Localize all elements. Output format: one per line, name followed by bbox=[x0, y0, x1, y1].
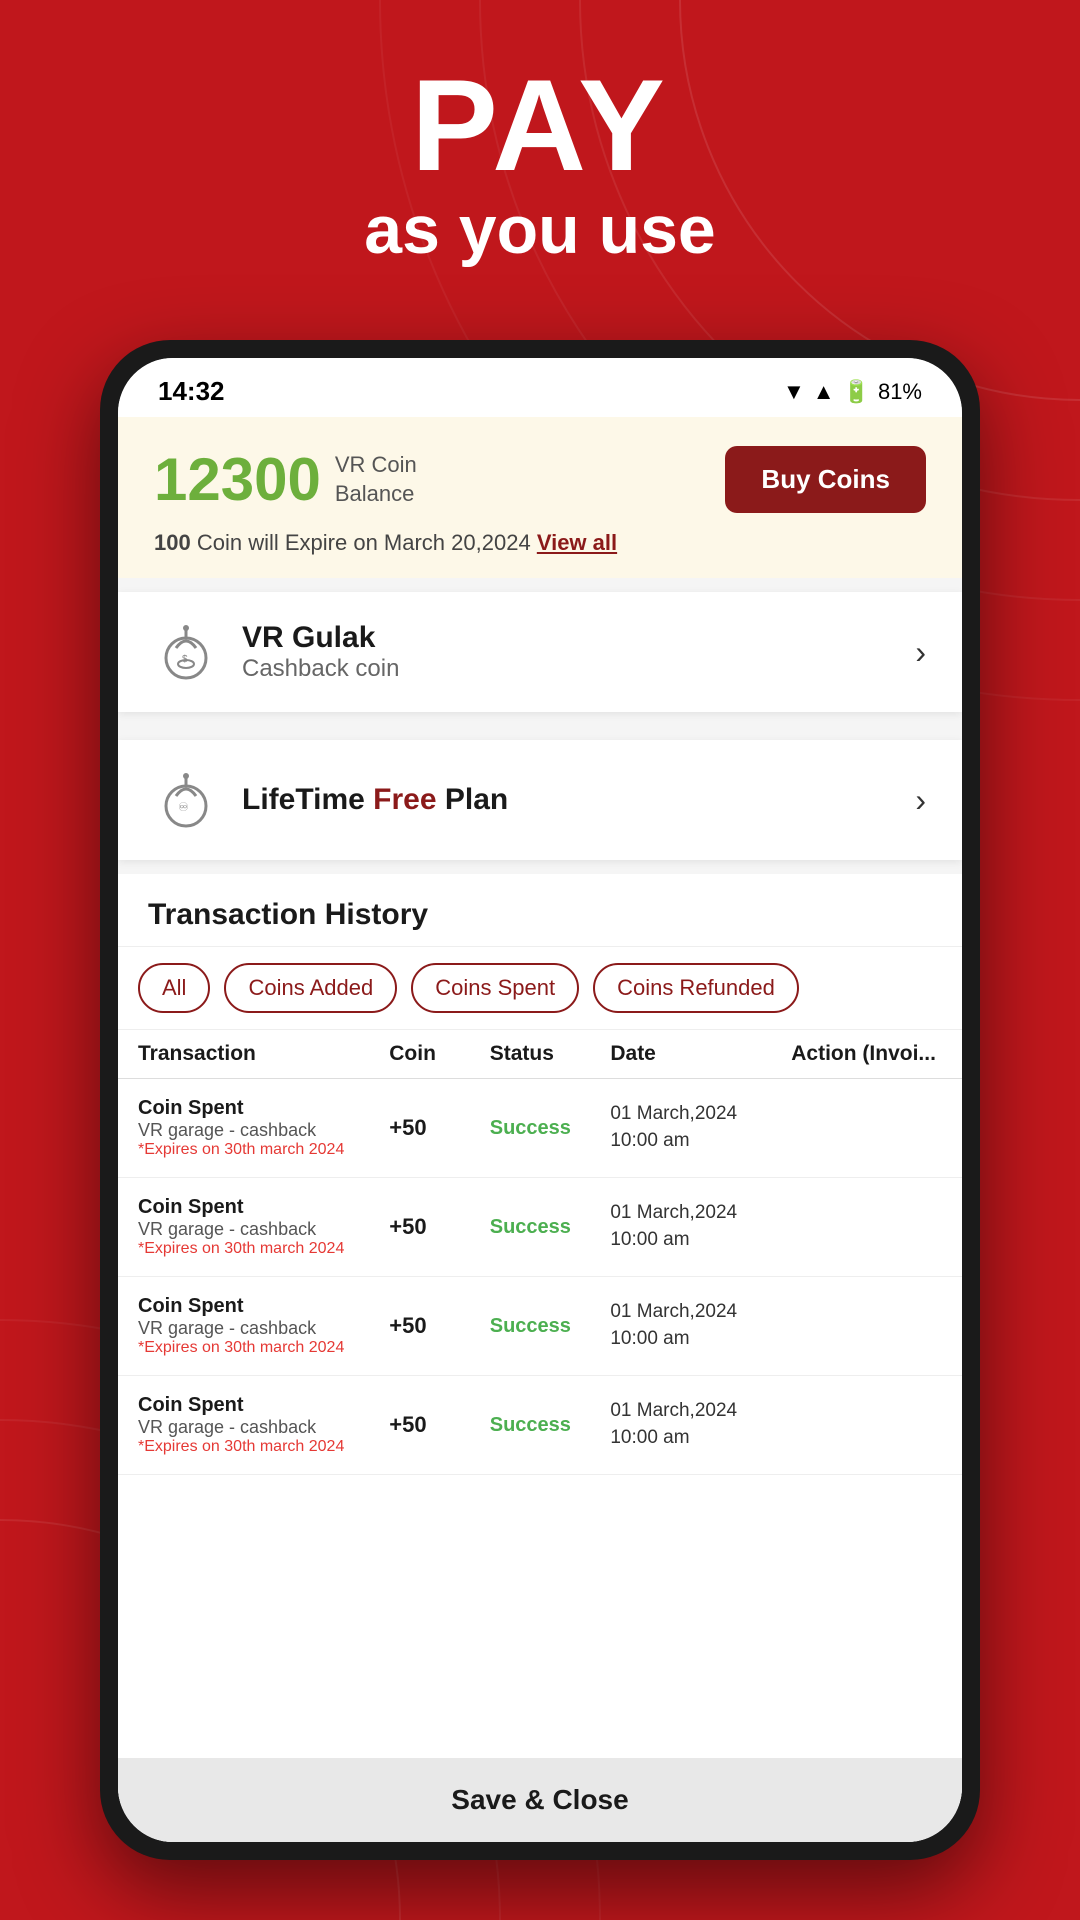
coin-cell-2: +50 bbox=[389, 1313, 490, 1339]
col-coin: Coin bbox=[389, 1042, 490, 1066]
svg-text:♾: ♾ bbox=[178, 800, 189, 814]
coin-balance-card: 12300 VR Coin Balance Buy Coins 100 Coin… bbox=[118, 417, 962, 578]
table-header: Transaction Coin Status Date Action (Inv… bbox=[118, 1030, 962, 1079]
gulak-subtitle: Cashback coin bbox=[242, 655, 399, 683]
col-action: Action (Invoi... bbox=[791, 1042, 942, 1066]
save-close-button[interactable]: Save & Close bbox=[118, 1758, 962, 1842]
gulak-content: VR Gulak Cashback coin bbox=[242, 621, 399, 683]
table-row: Coin Spent VR garage - cashback *Expires… bbox=[118, 1277, 962, 1376]
date-cell-1: 01 March,202410:00 am bbox=[610, 1200, 791, 1253]
table-row: Coin Spent VR garage - cashback *Expires… bbox=[118, 1178, 962, 1277]
coin-cell-3: +50 bbox=[389, 1412, 490, 1438]
table-row: Coin Spent VR garage - cashback *Expires… bbox=[118, 1079, 962, 1178]
transaction-section: Transaction History All Coins Added Coin… bbox=[118, 874, 962, 1842]
lifetime-plan-card[interactable]: ♾ LifeTime Free Plan › bbox=[118, 740, 962, 860]
transaction-cell-1: Coin Spent VR garage - cashback *Expires… bbox=[138, 1196, 389, 1258]
status-time: 14:32 bbox=[158, 376, 225, 407]
expiry-text: Coin will Expire on March 20,2024 bbox=[197, 530, 531, 555]
filter-tabs: All Coins Added Coins Spent Coins Refund… bbox=[118, 947, 962, 1030]
col-status: Status bbox=[490, 1042, 611, 1066]
status-cell-3: Success bbox=[490, 1414, 611, 1437]
gulak-left: $ VR Gulak Cashback coin bbox=[154, 620, 399, 684]
expiry-amount: 100 bbox=[154, 530, 191, 555]
table-row: Coin Spent VR garage - cashback *Expires… bbox=[118, 1376, 962, 1475]
signal-icon: ▲ bbox=[813, 379, 835, 405]
transaction-cell-2: Coin Spent VR garage - cashback *Expires… bbox=[138, 1295, 389, 1357]
gulak-icon: $ bbox=[154, 620, 218, 684]
coin-cell-0: +50 bbox=[389, 1115, 490, 1141]
view-all-link[interactable]: View all bbox=[537, 530, 617, 555]
coin-cell-1: +50 bbox=[389, 1214, 490, 1240]
pay-subtitle: as you use bbox=[0, 190, 1080, 272]
transaction-title: Transaction History bbox=[118, 874, 962, 947]
gulak-arrow-icon: › bbox=[915, 634, 926, 671]
lifetime-left: ♾ LifeTime Free Plan bbox=[154, 768, 508, 832]
col-date: Date bbox=[610, 1042, 791, 1066]
lifetime-content: LifeTime Free Plan bbox=[242, 783, 508, 817]
expiry-info: 100 Coin will Expire on March 20,2024 Vi… bbox=[154, 530, 926, 556]
buy-coins-button[interactable]: Buy Coins bbox=[725, 446, 926, 513]
phone-mockup: 14:32 ▼ ▲ 🔋 81% 12300 VR Coin Balance Bu… bbox=[100, 340, 980, 1860]
status-cell-0: Success bbox=[490, 1117, 611, 1140]
status-bar: 14:32 ▼ ▲ 🔋 81% bbox=[118, 358, 962, 417]
coin-balance-row: 12300 VR Coin Balance Buy Coins bbox=[154, 445, 926, 514]
wifi-icon: ▼ bbox=[783, 379, 805, 405]
phone-screen: 14:32 ▼ ▲ 🔋 81% 12300 VR Coin Balance Bu… bbox=[118, 358, 962, 1842]
svg-text:$: $ bbox=[182, 654, 188, 665]
status-cell-1: Success bbox=[490, 1216, 611, 1239]
lifetime-title: LifeTime Free Plan bbox=[242, 783, 508, 817]
coin-amount: 12300 bbox=[154, 445, 321, 514]
date-cell-3: 01 March,202410:00 am bbox=[610, 1398, 791, 1451]
date-cell-0: 01 March,202410:00 am bbox=[610, 1101, 791, 1154]
date-cell-2: 01 March,202410:00 am bbox=[610, 1299, 791, 1352]
gulak-title: VR Gulak bbox=[242, 621, 399, 655]
battery-icon: 🔋 bbox=[843, 379, 870, 405]
filter-tab-all[interactable]: All bbox=[138, 963, 210, 1013]
lifetime-icon: ♾ bbox=[154, 768, 218, 832]
coin-info: 12300 VR Coin Balance bbox=[154, 445, 417, 514]
table-rows: Coin Spent VR garage - cashback *Expires… bbox=[118, 1079, 962, 1758]
col-transaction: Transaction bbox=[138, 1042, 389, 1066]
filter-tab-coins-refunded[interactable]: Coins Refunded bbox=[593, 963, 799, 1013]
vr-gulak-card[interactable]: $ VR Gulak Cashback coin › bbox=[118, 592, 962, 712]
filter-tab-coins-spent[interactable]: Coins Spent bbox=[411, 963, 579, 1013]
filter-tab-coins-added[interactable]: Coins Added bbox=[224, 963, 397, 1013]
lifetime-arrow-icon: › bbox=[915, 782, 926, 819]
coin-label: VR Coin Balance bbox=[335, 451, 417, 508]
transaction-cell-3: Coin Spent VR garage - cashback *Expires… bbox=[138, 1394, 389, 1456]
header-section: PAY as you use bbox=[0, 60, 1080, 272]
battery-percent: 81% bbox=[878, 379, 922, 405]
pay-title: PAY bbox=[0, 60, 1080, 190]
status-cell-2: Success bbox=[490, 1315, 611, 1338]
transaction-cell-0: Coin Spent VR garage - cashback *Expires… bbox=[138, 1097, 389, 1159]
status-icons: ▼ ▲ 🔋 81% bbox=[783, 379, 922, 405]
